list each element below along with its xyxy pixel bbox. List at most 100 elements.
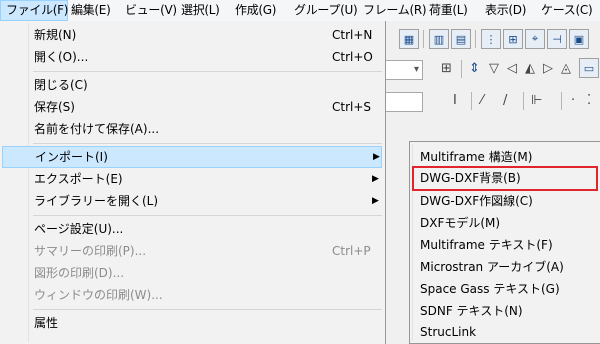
frame-view-icon[interactable]: ▦ <box>399 29 419 49</box>
table-icon[interactable]: ⊞ <box>441 61 452 76</box>
menu-view[interactable]: ビュー(V) <box>120 0 182 21</box>
import-submenu: Multiframe 構造(M) DWG-DXF背景(B) DWG-DXF作図線… <box>409 141 600 344</box>
menu-item-shortcut: Ctrl+P <box>332 244 371 258</box>
submenu-item-multiframe-structure[interactable]: Multiframe 構造(M) <box>412 147 598 168</box>
submenu-item-sdnf-text[interactable]: SDNF テキスト(N) <box>412 301 598 322</box>
submenu-item-label: Space Gass テキスト(G) <box>420 282 560 296</box>
toolbar-divider <box>471 92 472 110</box>
submenu-item-multiframe-text[interactable]: Multiframe テキスト(F) <box>412 235 598 256</box>
grid-icon[interactable]: ⋮ <box>481 29 501 49</box>
toolbar-divider <box>523 92 524 110</box>
submenu-item-label: SDNF テキスト(N) <box>420 304 523 318</box>
menu-item-open-library[interactable]: ライブラリーを開く(L) ▶ <box>2 190 382 212</box>
menu-item-open[interactable]: 開く(O)... Ctrl+O <box>2 46 382 68</box>
submenu-arrow-icon: ▶ <box>372 174 379 184</box>
file-menu: 新規(N) Ctrl+N 開く(O)... Ctrl+O 閉じる(C) 保存(S… <box>0 21 386 344</box>
menu-edit[interactable]: 編集(E) <box>66 0 115 21</box>
toolbar-combo-2[interactable] <box>385 92 423 112</box>
node-icon[interactable]: ⁚ <box>587 93 591 108</box>
submenu-item-label: DWG-DXF作図線(C) <box>420 194 533 208</box>
rotate-icon[interactable]: ⇕ <box>469 61 480 76</box>
text-icon[interactable]: ⊩ <box>531 93 542 108</box>
beam-view-icon[interactable]: ▤ <box>451 29 471 49</box>
submenu-item-label: Microstran アーカイブ(A) <box>420 260 564 274</box>
member-icon[interactable]: I <box>453 93 457 108</box>
menu-item-export[interactable]: エクスポート(E) ▶ <box>2 168 382 190</box>
axis-icon[interactable]: ⌖ <box>525 29 545 49</box>
menu-group[interactable]: グループ(U) <box>289 0 362 21</box>
menu-item-save[interactable]: 保存(S) Ctrl+S <box>2 96 382 118</box>
submenu-item-label: DWG-DXF背景(B) <box>420 171 521 185</box>
menu-item-print-window[interactable]: ウィンドウの印刷(W)... <box>2 284 382 306</box>
submenu-item-dxf-model[interactable]: DXFモデル(M) <box>412 213 598 234</box>
menu-create[interactable]: 作成(G) <box>230 0 281 21</box>
menu-item-print-summary[interactable]: サマリーの印刷(P)... Ctrl+P <box>2 240 382 262</box>
menu-file[interactable]: ファイル(F) <box>0 0 68 21</box>
menu-item-label: インポート(I) <box>35 150 108 164</box>
menu-item-properties[interactable]: 属性 <box>2 312 382 334</box>
menu-display[interactable]: 表示(D) <box>480 0 531 21</box>
submenu-arrow-icon: ▶ <box>373 152 380 162</box>
menu-separator <box>33 71 382 72</box>
menu-item-shortcut: Ctrl+N <box>332 28 373 42</box>
toolbar-divider <box>461 60 462 78</box>
toolbar-area: ▦ ▥ ▤ ⋮ ⊞ ⌖ ⊣ ▣ ▾ ⊞ ⇕ ▽ ◁ ◭ ▷ ◬ ▭ I ⁄ / … <box>385 21 600 117</box>
submenu-item-dwg-dxf-drawing-lines[interactable]: DWG-DXF作図線(C) <box>412 191 598 212</box>
menu-item-shortcut: Ctrl+S <box>332 100 372 114</box>
submenu-item-dwg-dxf-background[interactable]: DWG-DXF背景(B) <box>412 166 598 191</box>
chevron-down-icon: ▾ <box>413 64 419 75</box>
menu-item-label: ライブラリーを開く(L) <box>34 194 159 208</box>
column-view-icon[interactable]: ▥ <box>429 29 449 49</box>
menu-case[interactable]: ケース(C) <box>536 0 597 21</box>
toolbar-divider <box>475 30 476 48</box>
menu-item-label: 閉じる(C) <box>34 78 88 92</box>
menu-item-label: 図形の印刷(D)... <box>34 266 125 280</box>
menu-item-label: ページ設定(U)... <box>34 222 124 236</box>
menu-select[interactable]: 選択(L) <box>176 0 225 21</box>
menu-item-import[interactable]: インポート(I) ▶ <box>2 146 382 168</box>
toolbar-row-1: ▦ ▥ ▤ ⋮ ⊞ ⌖ ⊣ ▣ <box>385 24 600 54</box>
support-icon[interactable]: ◬ <box>561 61 571 76</box>
submenu-item-label: Multiframe 構造(M) <box>420 150 533 164</box>
grid-snap-icon[interactable]: ⊞ <box>503 29 523 49</box>
load-right-icon[interactable]: ▷ <box>543 61 553 76</box>
dot-icon[interactable]: · <box>571 93 575 108</box>
menu-item-label: 保存(S) <box>34 100 75 114</box>
menu-item-page-setup[interactable]: ページ設定(U)... <box>2 218 382 240</box>
menu-item-shortcut: Ctrl+O <box>332 50 373 64</box>
line-icon[interactable]: ⁄ <box>481 93 483 108</box>
toolbar-combo[interactable]: ▾ <box>385 60 423 80</box>
menu-separator <box>33 309 382 310</box>
toolbar-divider <box>423 30 424 48</box>
load-down-icon[interactable]: ▽ <box>489 61 499 76</box>
submenu-item-struclink[interactable]: StrucLink <box>412 322 598 343</box>
toolbar-divider <box>561 92 562 110</box>
menu-item-new[interactable]: 新規(N) Ctrl+N <box>2 24 382 46</box>
frame-icon[interactable]: ▣ <box>569 29 589 49</box>
menu-item-label: ウィンドウの印刷(W)... <box>34 288 163 302</box>
menu-separator <box>33 215 382 216</box>
menu-item-label: サマリーの印刷(P)... <box>34 244 147 258</box>
menu-item-label: エクスポート(E) <box>34 172 123 186</box>
submenu-item-label: DXFモデル(M) <box>420 216 501 230</box>
menu-frame[interactable]: フレーム(R) <box>358 0 431 21</box>
submenu-item-space-gass-text[interactable]: Space Gass テキスト(G) <box>412 279 598 300</box>
menu-item-label: 開く(O)... <box>34 50 89 64</box>
menu-item-print-figure[interactable]: 図形の印刷(D)... <box>2 262 382 284</box>
menu-load[interactable]: 荷重(L) <box>424 0 473 21</box>
submenu-item-label: Multiframe テキスト(F) <box>420 238 553 252</box>
menu-item-close[interactable]: 閉じる(C) <box>2 74 382 96</box>
submenu-item-microstran-archive[interactable]: Microstran アーカイブ(A) <box>412 257 598 278</box>
align-icon[interactable]: ⊣ <box>547 29 567 49</box>
menu-item-label: 属性 <box>34 316 59 330</box>
menu-item-save-as[interactable]: 名前を付けて保存(A)... <box>2 118 382 140</box>
menu-item-label: 名前を付けて保存(A)... <box>34 122 160 136</box>
load-left-icon[interactable]: ◁ <box>507 61 517 76</box>
toolbar-row-2: ▾ ⊞ ⇕ ▽ ◁ ◭ ▷ ◬ ▭ <box>385 54 600 84</box>
panel-icon[interactable]: ▭ <box>579 58 599 78</box>
menu-item-label: 新規(N) <box>34 28 77 42</box>
menu-bar: ファイル(F) 編集(E) ビュー(V) 選択(L) 作成(G) グループ(U)… <box>0 0 600 22</box>
load-moment-icon[interactable]: ◭ <box>525 61 535 76</box>
submenu-arrow-icon: ▶ <box>372 196 379 206</box>
slash-icon[interactable]: / <box>503 93 507 108</box>
